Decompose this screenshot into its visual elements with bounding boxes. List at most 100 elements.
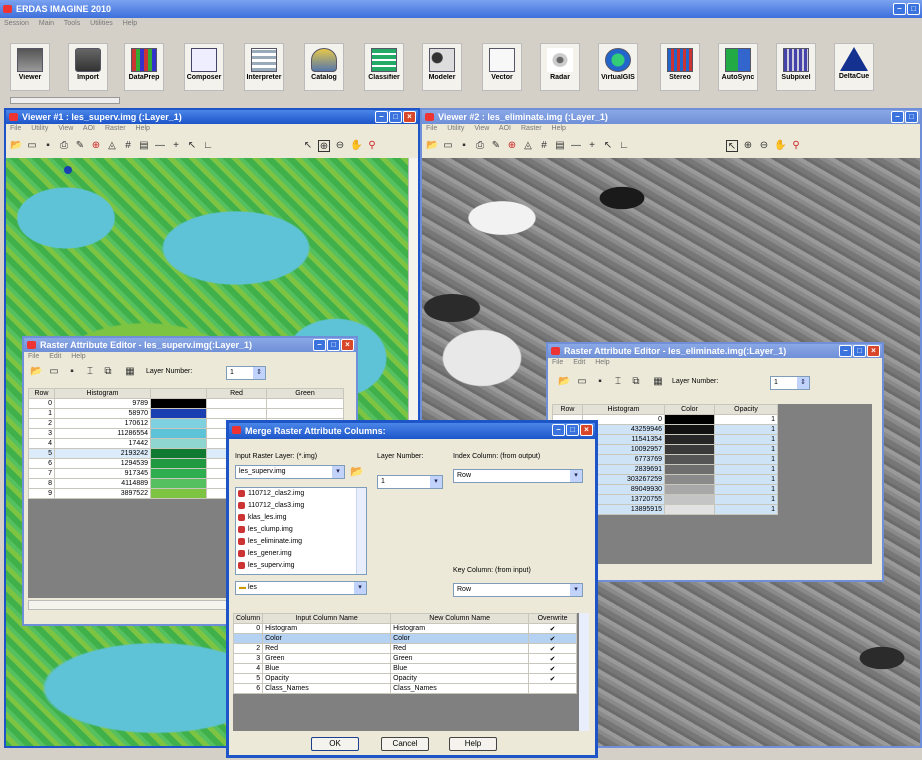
minimize-button[interactable]: –: [893, 3, 906, 15]
color-swatch-cell[interactable]: [150, 398, 207, 409]
chevron-down-icon[interactable]: ▾: [570, 584, 582, 596]
line-icon[interactable]: —: [570, 140, 582, 152]
toolbar-modeler-button[interactable]: Modeler: [422, 43, 462, 91]
layer-icon[interactable]: ▤: [138, 140, 150, 152]
new-column-name-cell[interactable]: Class_Names: [390, 683, 530, 694]
open-icon[interactable]: 📂: [426, 140, 438, 152]
overwrite-checkbox[interactable]: ✔: [528, 673, 577, 684]
menu-session[interactable]: Session: [4, 20, 29, 27]
color-swatch-cell[interactable]: [664, 494, 715, 505]
color-swatch-cell[interactable]: [664, 424, 715, 435]
chevron-down-icon[interactable]: ▾: [430, 476, 442, 488]
pan-hand-icon[interactable]: ✋: [774, 140, 786, 152]
viewer-1-menu-file[interactable]: File: [10, 125, 21, 132]
copy-icon[interactable]: ⧉: [630, 376, 642, 388]
inquire-icon[interactable]: ⚲: [366, 140, 378, 152]
save-icon[interactable]: ▪: [66, 366, 78, 378]
rae-1-close-button[interactable]: ×: [341, 339, 354, 351]
new-icon[interactable]: ▭: [26, 140, 38, 152]
color-swatch-cell[interactable]: [150, 448, 207, 459]
target-icon[interactable]: ⊕: [90, 140, 102, 152]
input-raster-layer-field[interactable]: les_superv.img ▾: [235, 465, 345, 479]
toolbar-catalog-button[interactable]: Catalog: [304, 43, 344, 91]
pan-hand-icon[interactable]: ✋: [350, 140, 362, 152]
new-column-name-cell[interactable]: Blue: [390, 663, 530, 674]
open-icon[interactable]: 📂: [10, 140, 22, 152]
rae-1-col-red[interactable]: Red: [206, 388, 267, 399]
ok-button[interactable]: OK: [311, 737, 359, 751]
color-swatch-cell[interactable]: [150, 468, 207, 479]
color-swatch-cell[interactable]: [664, 504, 715, 515]
rae-1-col-color[interactable]: [150, 388, 207, 399]
select-pointer-icon[interactable]: ↖: [726, 140, 738, 152]
viewer-1-minimize-button[interactable]: –: [375, 111, 388, 123]
viewer-2-minimize-button[interactable]: –: [891, 111, 904, 123]
color-swatch-cell[interactable]: [150, 438, 207, 449]
cancel-button[interactable]: Cancel: [381, 737, 429, 751]
mapping-vertical-scrollbar[interactable]: [579, 613, 589, 731]
browse-folder-icon[interactable]: 📂: [350, 465, 364, 478]
measure-icon[interactable]: ◬: [522, 140, 534, 152]
file-list-item[interactable]: 110712_clas3.img: [236, 500, 366, 512]
zoom-out-icon[interactable]: ⊖: [334, 140, 346, 152]
rae-1-menu-help[interactable]: Help: [71, 353, 85, 360]
rae-1-col-histogram[interactable]: Histogram: [54, 388, 151, 399]
rae-2-layer-number-input[interactable]: 1 ⇕: [770, 376, 810, 390]
file-list-item[interactable]: les_eliminate.img: [236, 536, 366, 548]
color-swatch-cell[interactable]: [150, 488, 207, 499]
table-row[interactable]: 5 Opacity Opacity ✔: [232, 673, 577, 684]
toolbar-classifier-button[interactable]: Classifier: [364, 43, 404, 91]
grid-icon[interactable]: #: [122, 140, 134, 152]
key-column-field[interactable]: Row ▾: [453, 583, 583, 597]
color-swatch-cell[interactable]: [150, 458, 207, 469]
rae-2-menu-help[interactable]: Help: [595, 359, 609, 366]
crosshair-icon[interactable]: +: [170, 140, 182, 152]
save-icon[interactable]: ▪: [458, 140, 470, 152]
viewer-1-close-button[interactable]: ×: [403, 111, 416, 123]
file-list-item[interactable]: les_clump.img: [236, 524, 366, 536]
color-swatch-cell[interactable]: [664, 434, 715, 445]
angle-icon[interactable]: ∟: [202, 140, 214, 152]
toolbar-dataprep-button[interactable]: DataPrep: [124, 43, 164, 91]
pen-icon[interactable]: ✎: [74, 140, 86, 152]
file-list-item[interactable]: klas_les.img: [236, 512, 366, 524]
color-swatch-cell[interactable]: [664, 474, 715, 485]
chevron-down-icon[interactable]: ▾: [332, 466, 344, 478]
color-swatch-cell[interactable]: [664, 414, 715, 425]
merge-maximize-button[interactable]: □: [566, 424, 579, 436]
toolbar-virtualgis-button[interactable]: VirtualGIS: [598, 43, 638, 91]
file-list[interactable]: 110712_clas2.img 110712_clas3.img klas_les…: [235, 487, 367, 575]
line-icon[interactable]: —: [154, 140, 166, 152]
file-list-item[interactable]: les_superv.img: [236, 560, 366, 572]
new-icon[interactable]: ▭: [442, 140, 454, 152]
table-row[interactable]: 0 Histogram Histogram ✔: [232, 623, 577, 634]
merge-close-button[interactable]: ×: [580, 424, 593, 436]
overwrite-checkbox[interactable]: ✔: [528, 623, 577, 634]
table-row[interactable]: 4 Blue Blue ✔: [232, 663, 577, 674]
select-pointer-icon[interactable]: ↖: [302, 140, 314, 152]
copy-icon[interactable]: ⧉: [102, 366, 114, 378]
toolbar-deltacue-button[interactable]: DeltaCue: [834, 43, 874, 91]
measure-icon[interactable]: ◬: [106, 140, 118, 152]
new-column-name-cell[interactable]: Opacity: [390, 673, 530, 684]
color-swatch-cell[interactable]: [664, 454, 715, 465]
rae-1-col-green[interactable]: Green: [266, 388, 344, 399]
toolbar-interpreter-button[interactable]: Interpreter: [244, 43, 284, 91]
viewer-2-menu-view[interactable]: View: [474, 125, 489, 132]
file-list-scrollbar[interactable]: [356, 488, 366, 574]
rae-2-menu-file[interactable]: File: [552, 359, 563, 366]
filter-icon[interactable]: ⌶: [612, 376, 624, 388]
overwrite-checkbox[interactable]: [528, 683, 577, 694]
color-swatch-cell[interactable]: [150, 418, 207, 429]
print-icon[interactable]: ⎙: [58, 140, 70, 152]
table-icon[interactable]: ▦: [652, 376, 664, 388]
help-button[interactable]: Help: [449, 737, 497, 751]
open-icon[interactable]: 📂: [30, 366, 42, 378]
toolbar-viewer-button[interactable]: Viewer: [10, 43, 50, 91]
new-column-name-cell[interactable]: Color: [390, 633, 530, 644]
arrow-icon[interactable]: ↖: [602, 140, 614, 152]
pen-icon[interactable]: ✎: [490, 140, 502, 152]
menu-tools[interactable]: Tools: [64, 20, 80, 27]
save-icon[interactable]: ▪: [42, 140, 54, 152]
file-list-item[interactable]: 110712_clas2.img: [236, 488, 366, 500]
